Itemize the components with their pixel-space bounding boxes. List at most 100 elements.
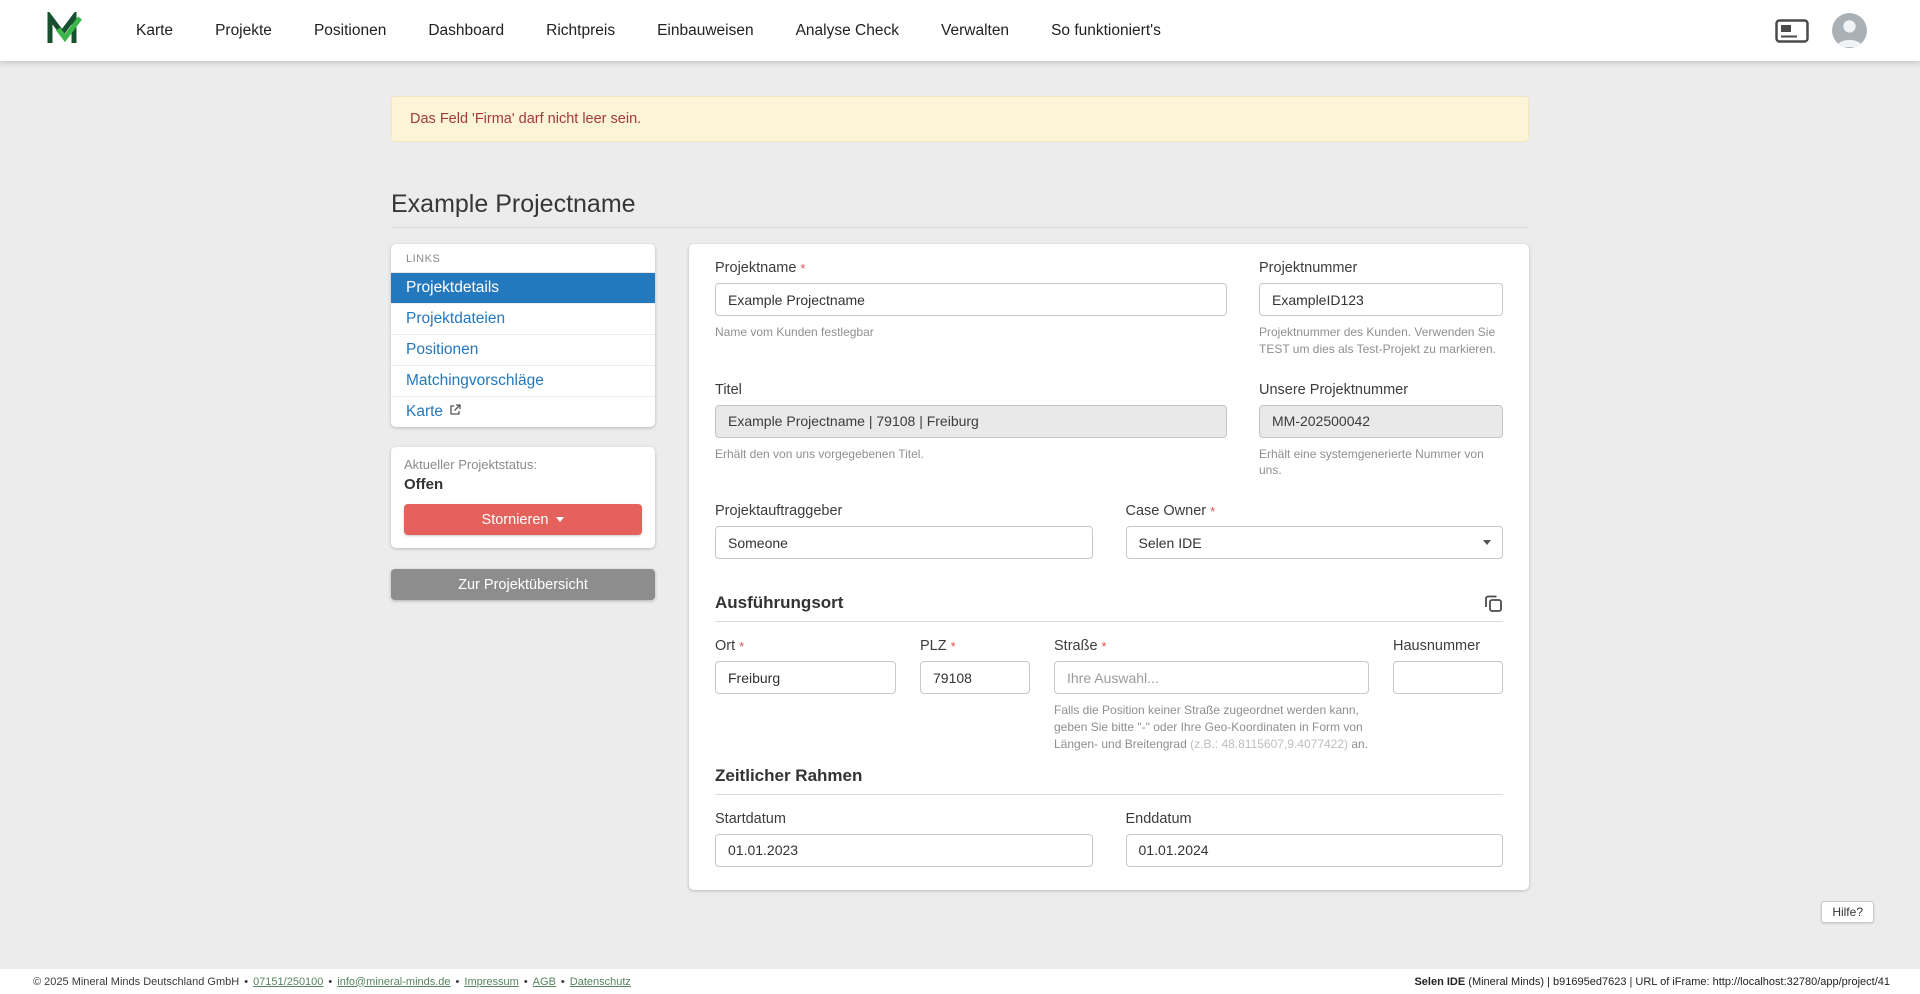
sidebar-item-label: Karte	[406, 403, 443, 421]
projektnummer-group: Projektnummer Projektnummer des Kunden. …	[1259, 260, 1503, 358]
chevron-down-icon	[556, 517, 564, 522]
projektname-group: Projektname* Name vom Kunden festlegbar	[715, 260, 1227, 358]
ort-input[interactable]	[715, 661, 896, 694]
page-title: Example Projectname	[391, 190, 1529, 219]
nav-item-analyse-check[interactable]: Analyse Check	[796, 22, 899, 40]
startdatum-input[interactable]	[715, 834, 1093, 867]
footer-separator: •	[524, 976, 528, 988]
main-content: Das Feld 'Firma' darf nicht leer sein. E…	[0, 61, 1920, 890]
titel-group: Titel Erhält den von uns vorgegebenen Ti…	[715, 382, 1227, 480]
sidebar-links-header: LINKS	[391, 244, 655, 273]
enddatum-input[interactable]	[1126, 834, 1504, 867]
projektauftraggeber-label: Projektauftraggeber	[715, 503, 1093, 520]
nav-item-dashboard[interactable]: Dashboard	[428, 22, 504, 40]
titel-input	[715, 405, 1227, 438]
case-owner-selected-value: Selen IDE	[1139, 535, 1202, 551]
projektnummer-help: Projektnummer des Kunden. Verwenden Sie …	[1259, 324, 1503, 358]
zeitlicher-rahmen-heading: Zeitlicher Rahmen	[715, 766, 862, 786]
sidebar-item-label: Projektdetails	[406, 279, 499, 297]
footer-link-phone[interactable]: 07151/250100	[253, 976, 323, 988]
unsere-projektnummer-input	[1259, 405, 1503, 438]
nav-item-verwalten[interactable]: Verwalten	[941, 22, 1009, 40]
projektauftraggeber-group: Projektauftraggeber	[715, 503, 1093, 559]
navbar-right-actions	[1775, 12, 1868, 49]
projektname-help: Name vom Kunden festlegbar	[715, 324, 1227, 341]
titel-label: Titel	[715, 382, 1227, 399]
titel-help: Erhält den von uns vorgegebenen Titel.	[715, 446, 1227, 463]
sidebar-item-projektdetails[interactable]: Projektdetails	[391, 273, 655, 304]
mineral-minds-logo-icon	[46, 12, 84, 50]
footer-copyright: © 2025 Mineral Minds Deutschland GmbH	[33, 976, 239, 988]
footer-left: © 2025 Mineral Minds Deutschland GmbH • …	[33, 976, 631, 988]
nav-item-projekte[interactable]: Projekte	[215, 22, 272, 40]
required-marker: *	[1210, 504, 1215, 519]
footer-user: Selen IDE	[1414, 976, 1465, 988]
plz-label: PLZ*	[920, 638, 1030, 655]
case-owner-group: Case Owner* Selen IDE	[1126, 503, 1504, 559]
hausnummer-label: Hausnummer	[1393, 638, 1503, 655]
startdatum-label: Startdatum	[715, 811, 1093, 828]
enddatum-group: Enddatum	[1126, 811, 1504, 867]
nav-item-positionen[interactable]: Positionen	[314, 22, 386, 40]
user-avatar-icon[interactable]	[1831, 12, 1868, 49]
footer-link-datenschutz[interactable]: Datenschutz	[570, 976, 631, 988]
footer-separator: •	[561, 976, 565, 988]
plz-input[interactable]	[920, 661, 1030, 694]
status-label: Aktueller Projektstatus:	[404, 457, 642, 472]
enddatum-label: Enddatum	[1126, 811, 1504, 828]
strasse-input[interactable]	[1054, 661, 1369, 694]
nav-item-einbauweisen[interactable]: Einbauweisen	[657, 22, 754, 40]
sidebar-item-label: Positionen	[406, 341, 478, 359]
projektauftraggeber-input[interactable]	[715, 526, 1093, 559]
stornieren-button-label: Stornieren	[482, 512, 549, 528]
copy-icon[interactable]	[1483, 593, 1503, 613]
sidebar-item-projektdateien[interactable]: Projektdateien	[391, 304, 655, 335]
chevron-down-icon	[1483, 540, 1491, 545]
ort-label: Ort*	[715, 638, 896, 655]
strasse-help: Falls die Position keiner Straße zugeord…	[1054, 702, 1369, 752]
footer-link-email[interactable]: info@mineral-minds.de	[337, 976, 450, 988]
required-marker: *	[800, 261, 805, 276]
nav-item-karte[interactable]: Karte	[136, 22, 173, 40]
startdatum-group: Startdatum	[715, 811, 1093, 867]
nav-item-so-funktionierts[interactable]: So funktioniert's	[1051, 22, 1161, 40]
case-owner-select[interactable]: Selen IDE	[1126, 526, 1504, 559]
main-navigation: Karte Projekte Positionen Dashboard Rich…	[136, 22, 1161, 40]
external-link-icon	[449, 403, 461, 421]
stornieren-button[interactable]: Stornieren	[404, 504, 642, 535]
required-marker: *	[951, 639, 956, 654]
footer-link-agb[interactable]: AGB	[533, 976, 556, 988]
sidebar-item-matchingvorschlaege[interactable]: Matchingvorschläge	[391, 366, 655, 397]
projektnummer-label: Projektnummer	[1259, 260, 1503, 277]
card-icon[interactable]	[1775, 19, 1809, 43]
projektname-input[interactable]	[715, 283, 1227, 316]
nav-item-richtpreis[interactable]: Richtpreis	[546, 22, 615, 40]
ausfuehrungsort-heading: Ausführungsort	[715, 593, 843, 613]
sidebar-item-positionen[interactable]: Positionen	[391, 335, 655, 366]
hilfe-button[interactable]: Hilfe?	[1821, 901, 1874, 923]
zur-projektuebersicht-button[interactable]: Zur Projektübersicht	[391, 569, 655, 600]
validation-alert: Das Feld 'Firma' darf nicht leer sein.	[391, 96, 1529, 142]
footer-session-info: Selen IDE (Mineral Minds) | b91695ed7623…	[1414, 976, 1890, 988]
required-marker: *	[1102, 639, 1107, 654]
strasse-label: Straße*	[1054, 638, 1369, 655]
footer-link-impressum[interactable]: Impressum	[464, 976, 518, 988]
footer-separator: •	[244, 976, 248, 988]
projektnummer-input[interactable]	[1259, 283, 1503, 316]
case-owner-label: Case Owner*	[1126, 503, 1504, 520]
strasse-group: Straße* Falls die Position keiner Straße…	[1054, 638, 1369, 752]
unsere-projektnummer-label: Unsere Projektnummer	[1259, 382, 1503, 399]
hausnummer-input[interactable]	[1393, 661, 1503, 694]
sidebar-links-card: LINKS Projektdetails Projektdateien Posi…	[391, 244, 655, 427]
project-details-form: Projektname* Name vom Kunden festlegbar …	[689, 244, 1529, 890]
top-navbar: Karte Projekte Positionen Dashboard Rich…	[0, 0, 1920, 61]
plz-group: PLZ*	[920, 638, 1030, 752]
ort-group: Ort*	[715, 638, 896, 752]
footer-separator: •	[328, 976, 332, 988]
sidebar-item-karte[interactable]: Karte	[391, 397, 655, 427]
projektname-label: Projektname*	[715, 260, 1227, 277]
project-status-card: Aktueller Projektstatus: Offen Storniere…	[391, 447, 655, 548]
title-divider	[391, 227, 1529, 228]
project-sidebar: LINKS Projektdetails Projektdateien Posi…	[391, 244, 655, 600]
app-logo[interactable]	[46, 12, 84, 50]
